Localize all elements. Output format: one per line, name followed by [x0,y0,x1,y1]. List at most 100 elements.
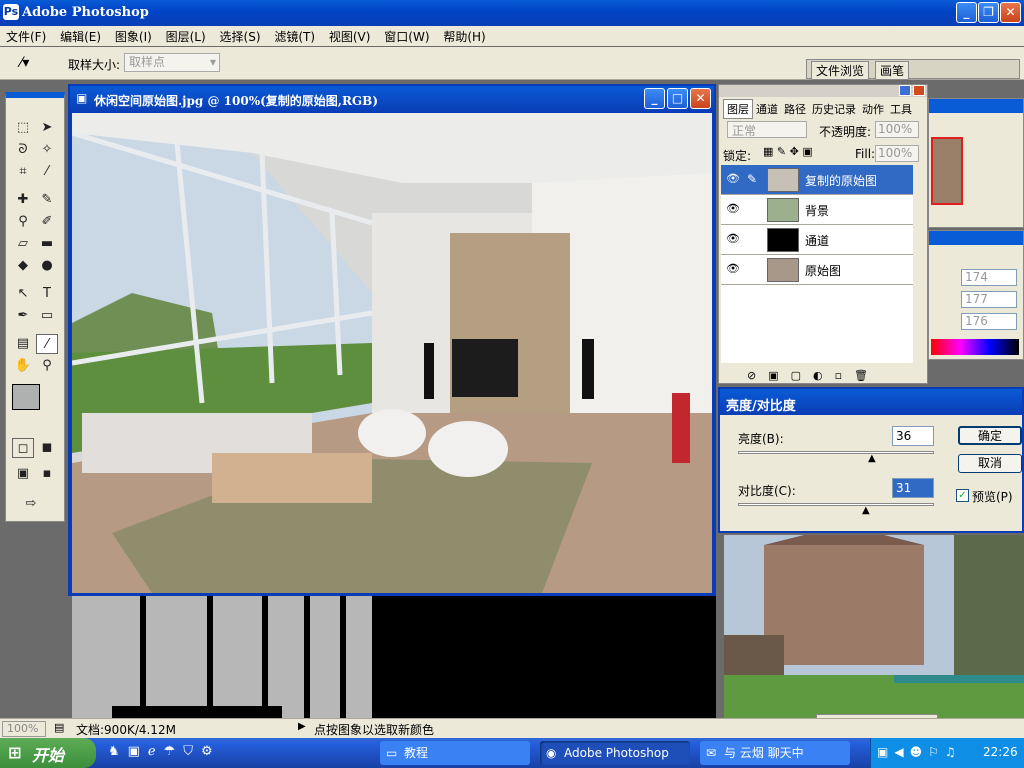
magic-wand-icon[interactable]: ✧ [36,140,58,160]
sample-size-label: 取样大小: [68,58,121,72]
cancel-button[interactable]: 取消 [958,454,1022,473]
brush-link-icon: ✎ [747,172,758,186]
contrast-field[interactable]: 31 [892,478,934,498]
doc-size-info: 文档:900K/4.12M [76,723,176,737]
healing-brush-icon[interactable]: ✚ [12,190,34,210]
minimize-button[interactable]: _ [956,2,977,23]
background-document [72,596,372,718]
menu-help[interactable]: 帮助(H) [443,28,485,45]
panel-minimize-icon[interactable] [899,85,911,96]
brush-tool-icon[interactable]: ✎ [36,190,58,210]
zoom-tool-icon[interactable]: ⚲ [36,356,58,376]
eye-icon[interactable]: 👁 [725,232,741,248]
doc-maximize-button[interactable]: □ [667,88,688,109]
task-tutorial[interactable]: ▭ 教程 [380,741,530,765]
screen-mode-icon[interactable]: ▣ [12,464,34,484]
clone-stamp-icon[interactable]: ⚲ [12,212,34,232]
start-button[interactable]: ⊞ 开始 [0,738,96,768]
contrast-slider[interactable] [738,503,934,506]
tray-icons[interactable]: ▣◀☻⚐♫ [877,745,962,759]
gradient-tool-icon[interactable]: ▬ [36,234,58,254]
eye-icon[interactable]: 👁 [725,172,741,188]
tab-brushes[interactable]: 画笔 [875,61,910,80]
tab-tools[interactable]: 工具 [887,100,915,118]
menu-select[interactable]: 选择(S) [220,28,261,45]
menu-edit[interactable]: 编辑(E) [60,28,101,45]
brightness-field[interactable]: 36 [892,426,934,446]
panel-close-icon[interactable] [913,85,925,96]
brightness-thumb[interactable]: ▲ [868,453,876,464]
lock-icons[interactable]: ▦ ✎ ✥ ▣ [763,145,813,158]
eyedropper-tool-icon[interactable]: ⁄ [36,334,58,354]
blend-mode-select[interactable]: 正常 [727,121,807,138]
menu-layer[interactable]: 图层(L) [166,28,206,45]
tab-channels[interactable]: 通道 [753,100,781,118]
close-button[interactable]: ✕ [1000,2,1021,23]
type-tool-icon[interactable]: T [36,284,58,304]
eye-icon[interactable]: 👁 [725,202,741,218]
task-chat[interactable]: ✉ 与 云烟 聊天中 [700,741,850,765]
layer-row[interactable]: 👁 通道 [721,225,913,255]
image-canvas[interactable] [72,113,712,593]
blue-value-field[interactable]: 176 [961,313,1017,330]
contrast-thumb[interactable]: ▲ [862,505,870,516]
quickmask-mode-icon[interactable]: ◼ [36,438,58,458]
doc-minimize-button[interactable]: _ [644,88,665,109]
green-value-field[interactable]: 177 [961,291,1017,308]
zoom-field[interactable]: 100% [2,721,46,737]
windows-logo-icon: ⊞ [8,743,22,762]
eyedropper-icon[interactable]: ⁄▾ [20,55,29,71]
status-arrow-icon[interactable]: ▶ [298,721,306,732]
fullscreen-mode-icon[interactable]: ▪ [36,464,58,484]
jump-to-imageready-icon[interactable]: ⇨ [20,494,42,514]
tab-paths[interactable]: 路径 [781,100,809,118]
crop-tool-icon[interactable]: ⌗ [12,162,34,182]
eye-icon[interactable]: 👁 [725,262,741,278]
pen-tool-icon[interactable]: ✒ [12,306,34,326]
color-ramp[interactable] [931,339,1019,355]
slice-tool-icon[interactable]: ⁄ [36,162,58,182]
brightness-slider[interactable] [738,451,934,454]
layer-row[interactable]: 👁 背景 [721,195,913,225]
doc-close-button[interactable]: ✕ [690,88,711,109]
ok-button[interactable]: 确定 [958,426,1022,445]
path-select-icon[interactable]: ↖ [12,284,34,304]
eraser-tool-icon[interactable]: ▱ [12,234,34,254]
blur-tool-icon[interactable]: ◆ [12,256,34,276]
layer-actions-bar[interactable]: ⊘▣▢◐▫🗑 [723,369,923,382]
menu-view[interactable]: 视图(V) [329,28,371,45]
red-value-field[interactable]: 174 [961,269,1017,286]
fill-field[interactable]: 100% [875,145,919,162]
layer-row[interactable]: 👁 原始图 [721,255,913,285]
hand-tool-icon[interactable]: ✋ [12,356,34,376]
foreground-color-swatch[interactable] [12,384,40,410]
layer-thumbnail [767,168,799,192]
tab-history[interactable]: 历史记录 [809,100,859,118]
menu-file[interactable]: 文件(F) [6,28,46,45]
brightness-label: 亮度(B): [738,432,784,446]
tab-layers[interactable]: 图层 [723,99,753,119]
layer-name: 通道 [805,234,830,248]
lasso-tool-icon[interactable]: ᘐ [12,140,34,160]
notes-tool-icon[interactable]: ▤ [12,334,34,354]
quick-launch[interactable]: ♞▣ℯ☂⛉⚙ [108,744,221,759]
history-brush-icon[interactable]: ✐ [36,212,58,232]
move-tool-icon[interactable]: ➤ [36,118,58,138]
layer-row[interactable]: 👁 ✎ 复制的原始图 [721,165,913,195]
standard-mode-icon[interactable]: ◻ [12,438,34,458]
marquee-tool-icon[interactable]: ⬚ [12,118,34,138]
restore-button[interactable]: ❐ [978,2,999,23]
menu-filter[interactable]: 滤镜(T) [274,28,315,45]
menu-image[interactable]: 图象(I) [115,28,152,45]
opacity-field[interactable]: 100% [875,121,919,138]
preview-checkbox[interactable]: ✓ [956,489,969,502]
brightness-contrast-dialog: 亮度/对比度 亮度(B): 36 ▲ 对比度(C): 31 ▲ 确定 取消 ✓ … [718,387,1024,533]
shape-tool-icon[interactable]: ▭ [36,306,58,326]
menu-window[interactable]: 窗口(W) [384,28,429,45]
sample-size-select[interactable]: 取样点 ▾ [124,53,220,72]
task-photoshop[interactable]: ◉ Adobe Photoshop [540,741,690,765]
tab-actions[interactable]: 动作 [859,100,887,118]
document-window: ▣ 休闲空间原始图.jpg @ 100%(复制的原始图,RGB) _ □ ✕ [68,84,716,596]
tab-file-browser[interactable]: 文件浏览 [811,61,870,80]
dodge-tool-icon[interactable]: ● [36,256,58,276]
